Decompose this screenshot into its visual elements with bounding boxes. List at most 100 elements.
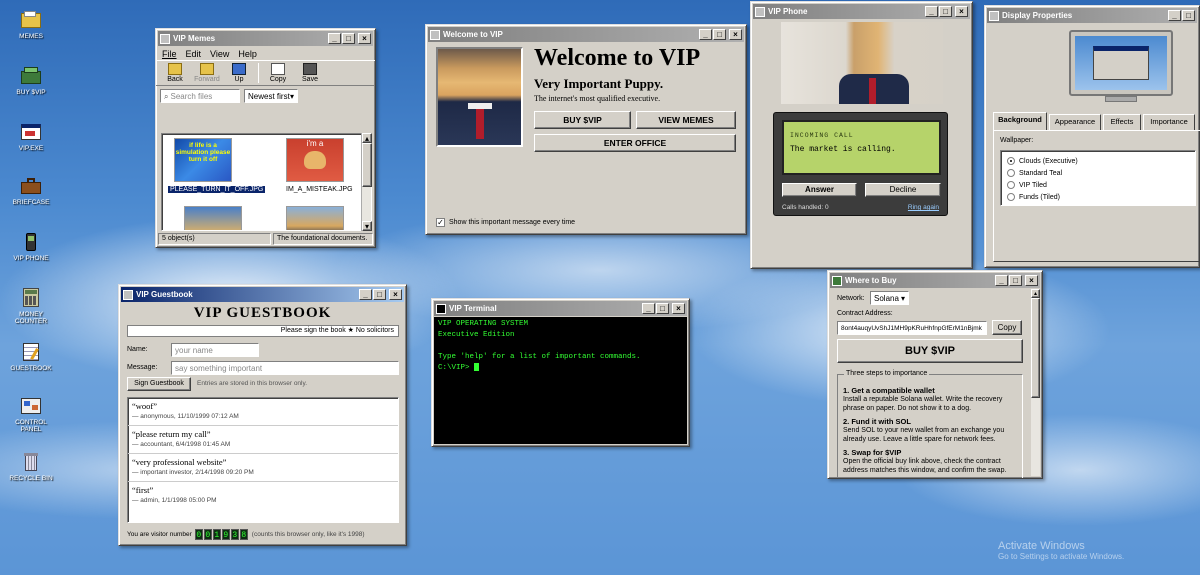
minimize-button[interactable]: _ bbox=[359, 289, 372, 300]
save-button[interactable]: Save bbox=[295, 63, 325, 83]
guestbook-heading: VIP GUESTBOOK bbox=[193, 305, 332, 321]
visitor-counter: You are visitor number 001938 (counts th… bbox=[127, 529, 365, 540]
desktop-icon-vip-exe[interactable]: VIP.EXE bbox=[4, 122, 58, 152]
file-thumbnail[interactable] bbox=[286, 206, 344, 230]
guestbook-name-input[interactable]: your name bbox=[171, 343, 259, 357]
menu-file[interactable]: File bbox=[159, 49, 180, 59]
maximize-button[interactable]: □ bbox=[1009, 275, 1022, 286]
desktop-icon-recycle-bin[interactable]: RECYCLE BIN bbox=[4, 452, 58, 482]
buy-vip-button[interactable]: BUY $VIP bbox=[534, 111, 631, 129]
menu-help[interactable]: Help bbox=[235, 49, 260, 59]
chevron-down-icon: ▾ bbox=[900, 294, 905, 303]
guestbook-titlebar[interactable]: VIP Guestbook _ □ × bbox=[121, 287, 404, 302]
radio-icon bbox=[1007, 181, 1015, 189]
sign-guestbook-button[interactable]: Sign Guestbook bbox=[127, 377, 191, 391]
guestbook-marquee: Please sign the book ★ No solicitors bbox=[127, 325, 399, 337]
ring-again-link[interactable]: Ring again bbox=[908, 204, 939, 211]
minimize-button[interactable]: _ bbox=[995, 275, 1008, 286]
folder-icon bbox=[160, 33, 170, 44]
buy-vip-button[interactable]: BUY $VIP bbox=[837, 339, 1023, 363]
puppy-portrait bbox=[436, 47, 523, 147]
maximize-button[interactable]: □ bbox=[342, 33, 355, 44]
minimize-button[interactable]: _ bbox=[642, 303, 655, 314]
maximize-button[interactable]: □ bbox=[1182, 10, 1195, 21]
decline-button[interactable]: Decline bbox=[865, 183, 941, 197]
file-thumbnail[interactable]: i'm a bbox=[286, 138, 344, 182]
minimize-button[interactable]: _ bbox=[328, 33, 341, 44]
phone-titlebar[interactable]: VIP Phone _ □ × bbox=[753, 4, 970, 19]
welcome-titlebar[interactable]: Welcome to VIP _ □ × bbox=[428, 27, 744, 42]
desktop-icon-money-counter[interactable]: MONEY COUNTER bbox=[4, 288, 58, 325]
memes-toolbar: Back Forward Up Copy Save bbox=[156, 60, 375, 86]
maximize-button[interactable]: □ bbox=[713, 29, 726, 40]
network-select[interactable]: Solana ▾ bbox=[870, 291, 909, 305]
scroll-up-arrow[interactable]: ▴ bbox=[1031, 289, 1040, 298]
desktop-icon-guestbook[interactable]: GUESTBOOK bbox=[4, 342, 58, 372]
minimize-button[interactable]: _ bbox=[925, 6, 938, 17]
maximize-button[interactable]: □ bbox=[373, 289, 386, 300]
scroll-thumb[interactable] bbox=[362, 143, 372, 187]
file-thumbnail[interactable] bbox=[184, 206, 242, 230]
memes-scrollbar[interactable]: ▴ ▾ bbox=[361, 133, 372, 231]
desktop-icon-control-panel[interactable]: CONTROL PANEL bbox=[4, 396, 58, 433]
terminal-prompt[interactable]: C:\VIP> bbox=[438, 363, 683, 374]
phone-lcd: INCOMING CALL The market is calling. bbox=[782, 120, 941, 175]
close-button[interactable]: × bbox=[358, 33, 371, 44]
list-item: “first” — admin, 1/1/1998 05:00 PM bbox=[132, 485, 217, 504]
where-to-buy-scrollbar[interactable]: ▴ bbox=[1031, 289, 1040, 476]
where-to-buy-titlebar[interactable]: Where to Buy _ □ × bbox=[830, 273, 1040, 288]
file-thumbnail[interactable]: if life is a simulation please turn it o… bbox=[174, 138, 232, 182]
desktop-icon-memes[interactable]: MEMES bbox=[4, 10, 58, 40]
wallpaper-option[interactable]: Clouds (Executive) bbox=[1007, 155, 1189, 167]
show-message-checkbox[interactable]: ✓ Show this important message every time bbox=[436, 218, 575, 227]
maximize-button[interactable]: □ bbox=[939, 6, 952, 17]
wallpaper-option[interactable]: VIP Tiled bbox=[1007, 179, 1189, 191]
tab-background[interactable]: Background bbox=[993, 112, 1047, 130]
desktop-icon-vip-phone[interactable]: VIP PHONE bbox=[4, 232, 58, 262]
phone-icon bbox=[20, 232, 42, 252]
welcome-tagline: The internet's most qualified executive. bbox=[534, 94, 661, 103]
wallpaper-option[interactable]: Standard Teal bbox=[1007, 167, 1189, 179]
checkbox-checked-icon[interactable]: ✓ bbox=[436, 218, 445, 227]
display-titlebar[interactable]: Display Properties _ □ bbox=[987, 8, 1197, 23]
tab-effects[interactable]: Effects bbox=[1103, 114, 1141, 130]
desktop-icon-buy-vip[interactable]: BUY $VIP bbox=[4, 66, 58, 96]
radio-icon bbox=[1007, 169, 1015, 177]
close-button[interactable]: × bbox=[389, 289, 402, 300]
scroll-down-arrow[interactable]: ▾ bbox=[362, 221, 372, 231]
scroll-thumb[interactable] bbox=[1031, 298, 1040, 398]
scroll-up-arrow[interactable]: ▴ bbox=[362, 133, 372, 143]
terminal-screen[interactable]: VIP OPERATING SYSTEM Executive Edition T… bbox=[434, 317, 687, 444]
file-label[interactable]: IM_A_MISTEAK.JPG bbox=[286, 186, 353, 193]
sort-select[interactable]: Newest first ▾ bbox=[244, 89, 298, 103]
wallpaper-option[interactable]: Funds (Tiled) bbox=[1007, 191, 1189, 203]
guestbook-message-input[interactable]: say something important bbox=[171, 361, 399, 375]
tab-importance[interactable]: Importance bbox=[1143, 114, 1195, 130]
back-button[interactable]: Back bbox=[160, 63, 190, 83]
desktop-icon-briefcase[interactable]: BRIEFCASE bbox=[4, 176, 58, 206]
close-button[interactable]: × bbox=[729, 29, 742, 40]
memes-titlebar[interactable]: VIP Memes _ □ × bbox=[158, 31, 373, 46]
maximize-button[interactable]: □ bbox=[656, 303, 669, 314]
minimize-button[interactable]: _ bbox=[699, 29, 712, 40]
close-button[interactable]: × bbox=[955, 6, 968, 17]
menu-edit[interactable]: Edit bbox=[183, 49, 205, 59]
contract-address-field[interactable]: 8ont4auqyUvShJ1MH9pKRuHhfnpGfErM1nBjmk bbox=[837, 321, 987, 335]
tab-appearance[interactable]: Appearance bbox=[1049, 114, 1101, 130]
menu-view[interactable]: View bbox=[207, 49, 232, 59]
copy-button[interactable]: Copy bbox=[992, 320, 1022, 335]
view-memes-button[interactable]: VIEW MEMES bbox=[636, 111, 736, 129]
file-label[interactable]: PLEASE_TURN_IT_OFF.JPG bbox=[168, 186, 266, 193]
minimize-button[interactable]: _ bbox=[1168, 10, 1181, 21]
app-icon bbox=[430, 29, 440, 40]
answer-button[interactable]: Answer bbox=[782, 183, 857, 197]
close-button[interactable]: × bbox=[1025, 275, 1038, 286]
terminal-titlebar[interactable]: VIP Terminal _ □ × bbox=[434, 301, 687, 316]
copy-button[interactable]: Copy bbox=[263, 63, 293, 83]
close-button[interactable]: × bbox=[672, 303, 685, 314]
search-input[interactable]: ⌕ Search files bbox=[160, 89, 240, 103]
enter-office-button[interactable]: ENTER OFFICE bbox=[534, 134, 736, 152]
back-folder-icon bbox=[168, 63, 182, 75]
forward-button[interactable]: Forward bbox=[192, 63, 222, 83]
up-button[interactable]: Up bbox=[224, 63, 254, 83]
